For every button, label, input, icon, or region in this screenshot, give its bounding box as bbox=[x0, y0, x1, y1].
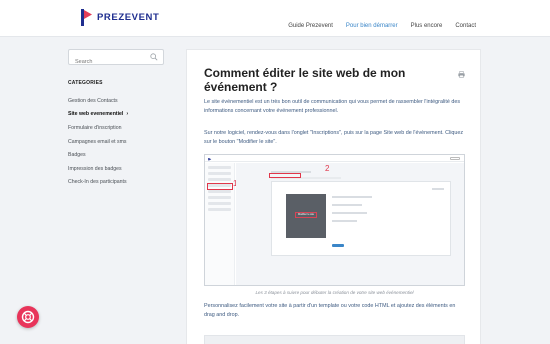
main-nav: Guide Prezevent Pour bien démarrer Plus … bbox=[288, 23, 476, 29]
article-screenshot: ▮▸ 1 Modifier le site 2 bbox=[204, 154, 465, 286]
screenshot-step-number: 2 bbox=[325, 164, 330, 173]
category-list: Gestion des Contacts Site web evenementi… bbox=[68, 94, 164, 189]
sidebar-item-registration-form[interactable]: Formulaire d'inscription bbox=[68, 121, 164, 135]
nav-item-guide[interactable]: Guide Prezevent bbox=[288, 23, 333, 29]
screenshot-edit-button: Modifier le site bbox=[295, 212, 317, 218]
screenshot-site-preview: Modifier le site bbox=[286, 194, 326, 238]
nav-item-more[interactable]: Plus encore bbox=[411, 23, 443, 29]
chevron-right-icon: › bbox=[126, 111, 129, 118]
sidebar-item-badge-printing[interactable]: Impression des badges bbox=[68, 162, 164, 176]
article-paragraph: Personnalisez facilement votre site à pa… bbox=[204, 303, 456, 318]
sidebar-item-check-in[interactable]: Check-In des participants bbox=[68, 176, 164, 190]
categories-title: CATEGORIES bbox=[68, 80, 103, 86]
article-paragraph: Sur notre logiciel, rendez-vous dans l'o… bbox=[204, 130, 464, 145]
embedded-media-placeholder bbox=[204, 335, 465, 344]
nav-item-getting-started[interactable]: Pour bien démarrer bbox=[346, 23, 398, 29]
screenshot-brand-mark: ▮▸ bbox=[208, 157, 212, 161]
search-icon[interactable] bbox=[150, 53, 158, 61]
lifebuoy-icon bbox=[21, 310, 35, 324]
screenshot-highlight-step-1 bbox=[207, 183, 233, 190]
nav-item-contact[interactable]: Contact bbox=[455, 23, 476, 29]
search-box bbox=[68, 49, 164, 69]
help-button[interactable] bbox=[17, 306, 39, 328]
article-paragraph: Le site événementiel est un très bon out… bbox=[204, 99, 461, 114]
print-icon[interactable] bbox=[458, 71, 465, 78]
screenshot-caption: Les 3 étapes à suivre pour débuter la cr… bbox=[255, 290, 414, 295]
brand-logo-mark bbox=[81, 9, 93, 26]
article-title: Comment éditer le site web de mon événem… bbox=[204, 66, 406, 94]
brand-logo[interactable]: PREZEVENT bbox=[81, 9, 159, 26]
screenshot-highlight-step-2 bbox=[269, 173, 301, 178]
sidebar: CATEGORIES Gestion des Contacts Site web… bbox=[68, 49, 164, 189]
search-input[interactable] bbox=[69, 55, 149, 69]
sidebar-item-contacts[interactable]: Gestion des Contacts bbox=[68, 94, 164, 108]
sidebar-item-badges[interactable]: Badges bbox=[68, 148, 164, 162]
brand-name: PREZEVENT bbox=[97, 12, 160, 23]
sidebar-item-website[interactable]: Site web evenementiel › bbox=[68, 108, 164, 122]
site-header: PREZEVENT Guide Prezevent Pour bien déma… bbox=[0, 0, 550, 37]
article-card: Comment éditer le site web de mon événem… bbox=[186, 49, 481, 344]
sidebar-item-email-sms[interactable]: Campagnes email et sms bbox=[68, 135, 164, 149]
